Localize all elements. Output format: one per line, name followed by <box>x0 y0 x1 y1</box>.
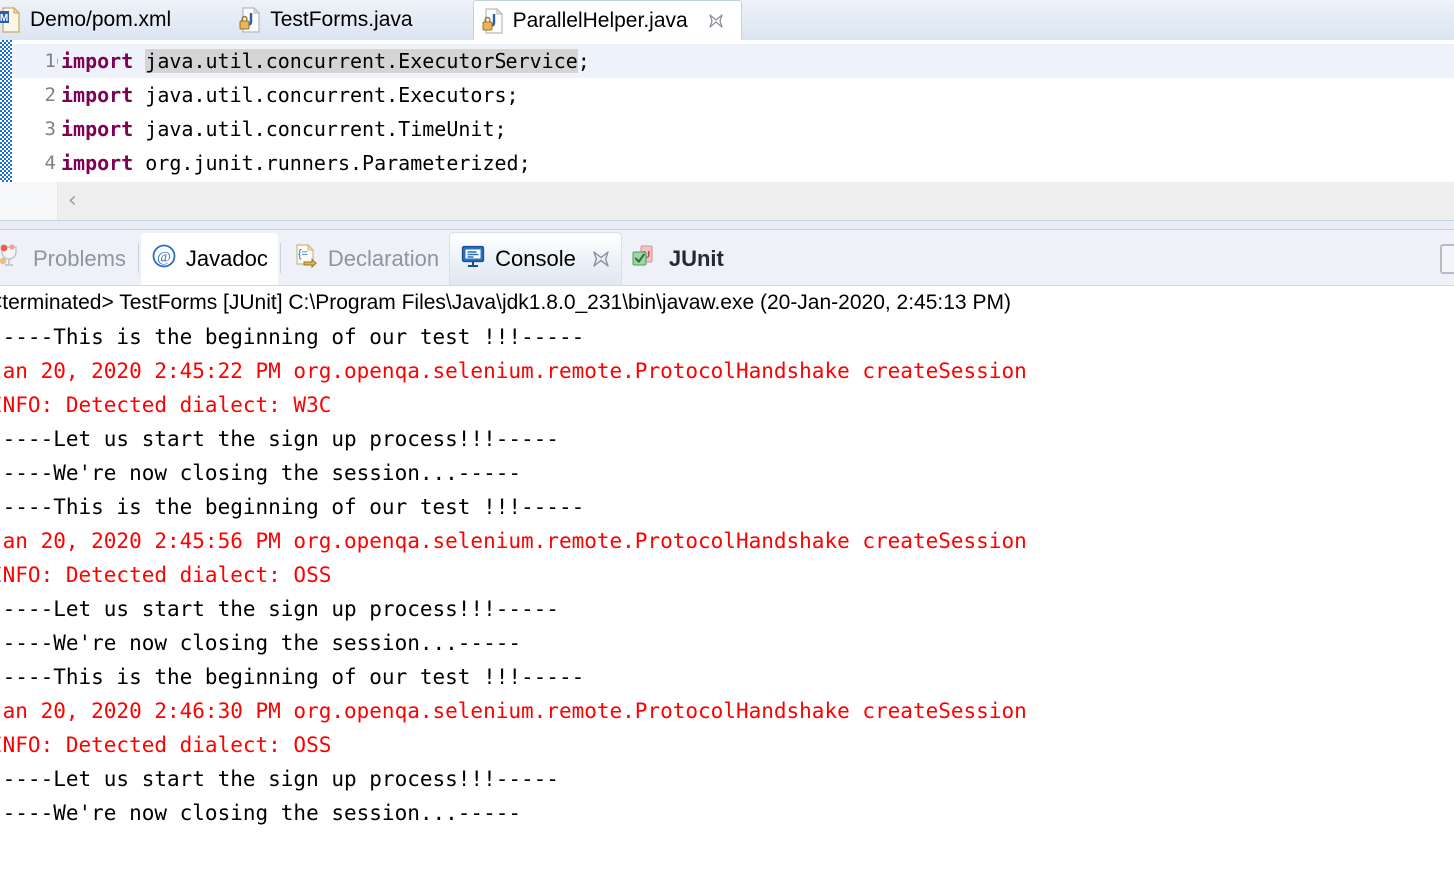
java-file-icon <box>482 7 504 34</box>
view-tab-bar: Problems @ Javadoc {= Declaration Consol… <box>0 230 1454 286</box>
keyword-import: import <box>61 117 134 141</box>
problems-icon <box>0 243 24 275</box>
view-tab-console[interactable]: Console <box>449 232 622 285</box>
console-line: -----Let us start the sign up process!!!… <box>0 597 559 621</box>
selected-text-tail: ervice <box>505 49 578 73</box>
view-tab-label: JUnit <box>668 246 724 271</box>
console-line: Jan 20, 2020 2:45:22 PM org.openqa.selen… <box>0 359 1027 383</box>
junit-icon: U <box>632 243 660 275</box>
line-number: 2 <box>44 84 56 106</box>
editor-tab-parallelhelper-java[interactable]: ParallelHelper.java <box>472 0 742 40</box>
editor-tab-demo-pom-xml[interactable]: M Demo/pom.xml <box>0 0 187 40</box>
console-view-toolbar <box>1440 233 1454 285</box>
scroll-left-arrow-icon[interactable]: ‹ <box>68 190 77 212</box>
line-number: 3 <box>44 118 56 140</box>
editor-line-number-gutter: 1 2 3 4 <box>12 40 73 182</box>
view-tab-label: Problems <box>33 246 126 271</box>
console-line: -----We're now closing the session...---… <box>0 631 522 655</box>
view-tab-declaration[interactable]: {= Declaration <box>283 233 449 285</box>
editor-tab-label: ParallelHelper.java <box>512 8 688 32</box>
editor-tab-label: Demo/pom.xml <box>30 8 172 31</box>
editor-tab-testforms-java[interactable]: TestForms.java <box>231 0 428 40</box>
console-line: INFO: Detected dialect: OSS <box>0 563 332 587</box>
view-tab-separator <box>279 242 281 273</box>
editor-horizontal-scrollbar[interactable]: ‹ <box>58 182 1454 220</box>
code-text: java.util.concurrent.Executors; <box>145 83 519 107</box>
javadoc-at-icon: @ <box>151 243 177 275</box>
declaration-icon: {= <box>293 243 319 275</box>
line-number: 1 <box>12 44 73 78</box>
editor-scroll-row: ‹ <box>0 182 1454 220</box>
editor-tab-bar: M Demo/pom.xml TestForms.java ParallelHe… <box>0 0 1454 41</box>
code-line[interactable]: import java.util.concurrent.Executors; <box>58 78 1454 112</box>
console-toolbar-icon[interactable] <box>1440 244 1454 274</box>
code-editor[interactable]: 1 2 3 4 import java.util.concurrent.Exec… <box>0 40 1454 182</box>
console-line: -----This is the beginning of our test !… <box>0 325 585 349</box>
selected-text: java.util.concurrent.ExecutorS <box>145 49 507 73</box>
code-line[interactable]: import java.util.concurrent.ExecutorServ… <box>58 44 1454 78</box>
view-tab-label: Declaration <box>327 246 440 271</box>
java-file-icon <box>239 6 261 33</box>
view-tab-label: Console <box>495 246 576 271</box>
console-line: Jan 20, 2020 2:46:30 PM org.openqa.selen… <box>0 699 1027 723</box>
console-line: -----This is the beginning of our test !… <box>0 665 585 689</box>
editor-text-area[interactable]: import java.util.concurrent.ExecutorServ… <box>58 40 1454 182</box>
code-text: java.util.concurrent.TimeUnit; <box>145 117 507 141</box>
line-terminator: ; <box>577 49 590 73</box>
console-line: -----We're now closing the session...---… <box>0 801 522 825</box>
editor-scroll-corner <box>0 182 58 220</box>
keyword-import: import <box>61 83 134 107</box>
code-text: org.junit.runners.Parameterized; <box>145 151 531 175</box>
console-line: INFO: Detected dialect: W3C <box>0 393 332 417</box>
editor-marker-bar[interactable] <box>0 40 12 182</box>
keyword-import: import <box>61 151 134 175</box>
maven-file-icon: M <box>0 6 21 33</box>
console-line: -----Let us start the sign up process!!!… <box>0 427 559 451</box>
code-line[interactable]: import org.junit.runners.Parameterized; <box>58 146 1454 180</box>
view-tab-label: Javadoc <box>185 246 268 271</box>
console-output[interactable]: -----This is the beginning of our test !… <box>0 320 1454 830</box>
svg-text:M: M <box>0 13 8 24</box>
editor-tab-label: TestForms.java <box>270 8 413 31</box>
console-launch-header: <terminated> TestForms [JUnit] C:\Progra… <box>0 291 1011 314</box>
line-number-text: 1 <box>44 50 56 72</box>
close-icon[interactable] <box>707 12 725 30</box>
line-number: 4 <box>44 152 56 174</box>
console-line: Jan 20, 2020 2:45:56 PM org.openqa.selen… <box>0 529 1027 553</box>
eclipse-ide-window: M Demo/pom.xml TestForms.java ParallelHe… <box>0 0 1454 872</box>
console-view[interactable]: <terminated> TestForms [JUnit] C:\Progra… <box>0 286 1454 872</box>
console-line: -----We're now closing the session...---… <box>0 461 522 485</box>
view-tab-javadoc[interactable]: @ Javadoc <box>140 233 278 285</box>
svg-text:{=: {= <box>298 248 308 260</box>
svg-text:@: @ <box>157 250 171 266</box>
view-tab-junit[interactable]: U JUnit <box>622 233 734 285</box>
console-icon <box>460 243 486 275</box>
keyword-import: import <box>61 49 134 73</box>
view-tab-separator <box>137 242 139 273</box>
editor-console-sash[interactable] <box>0 220 1454 230</box>
close-icon[interactable] <box>591 249 611 269</box>
view-tab-problems[interactable]: Problems <box>0 233 136 285</box>
console-line: INFO: Detected dialect: OSS <box>0 733 332 757</box>
code-line[interactable]: import java.util.concurrent.TimeUnit; <box>58 112 1454 146</box>
console-line: -----This is the beginning of our test !… <box>0 495 585 519</box>
console-line: -----Let us start the sign up process!!!… <box>0 767 559 791</box>
